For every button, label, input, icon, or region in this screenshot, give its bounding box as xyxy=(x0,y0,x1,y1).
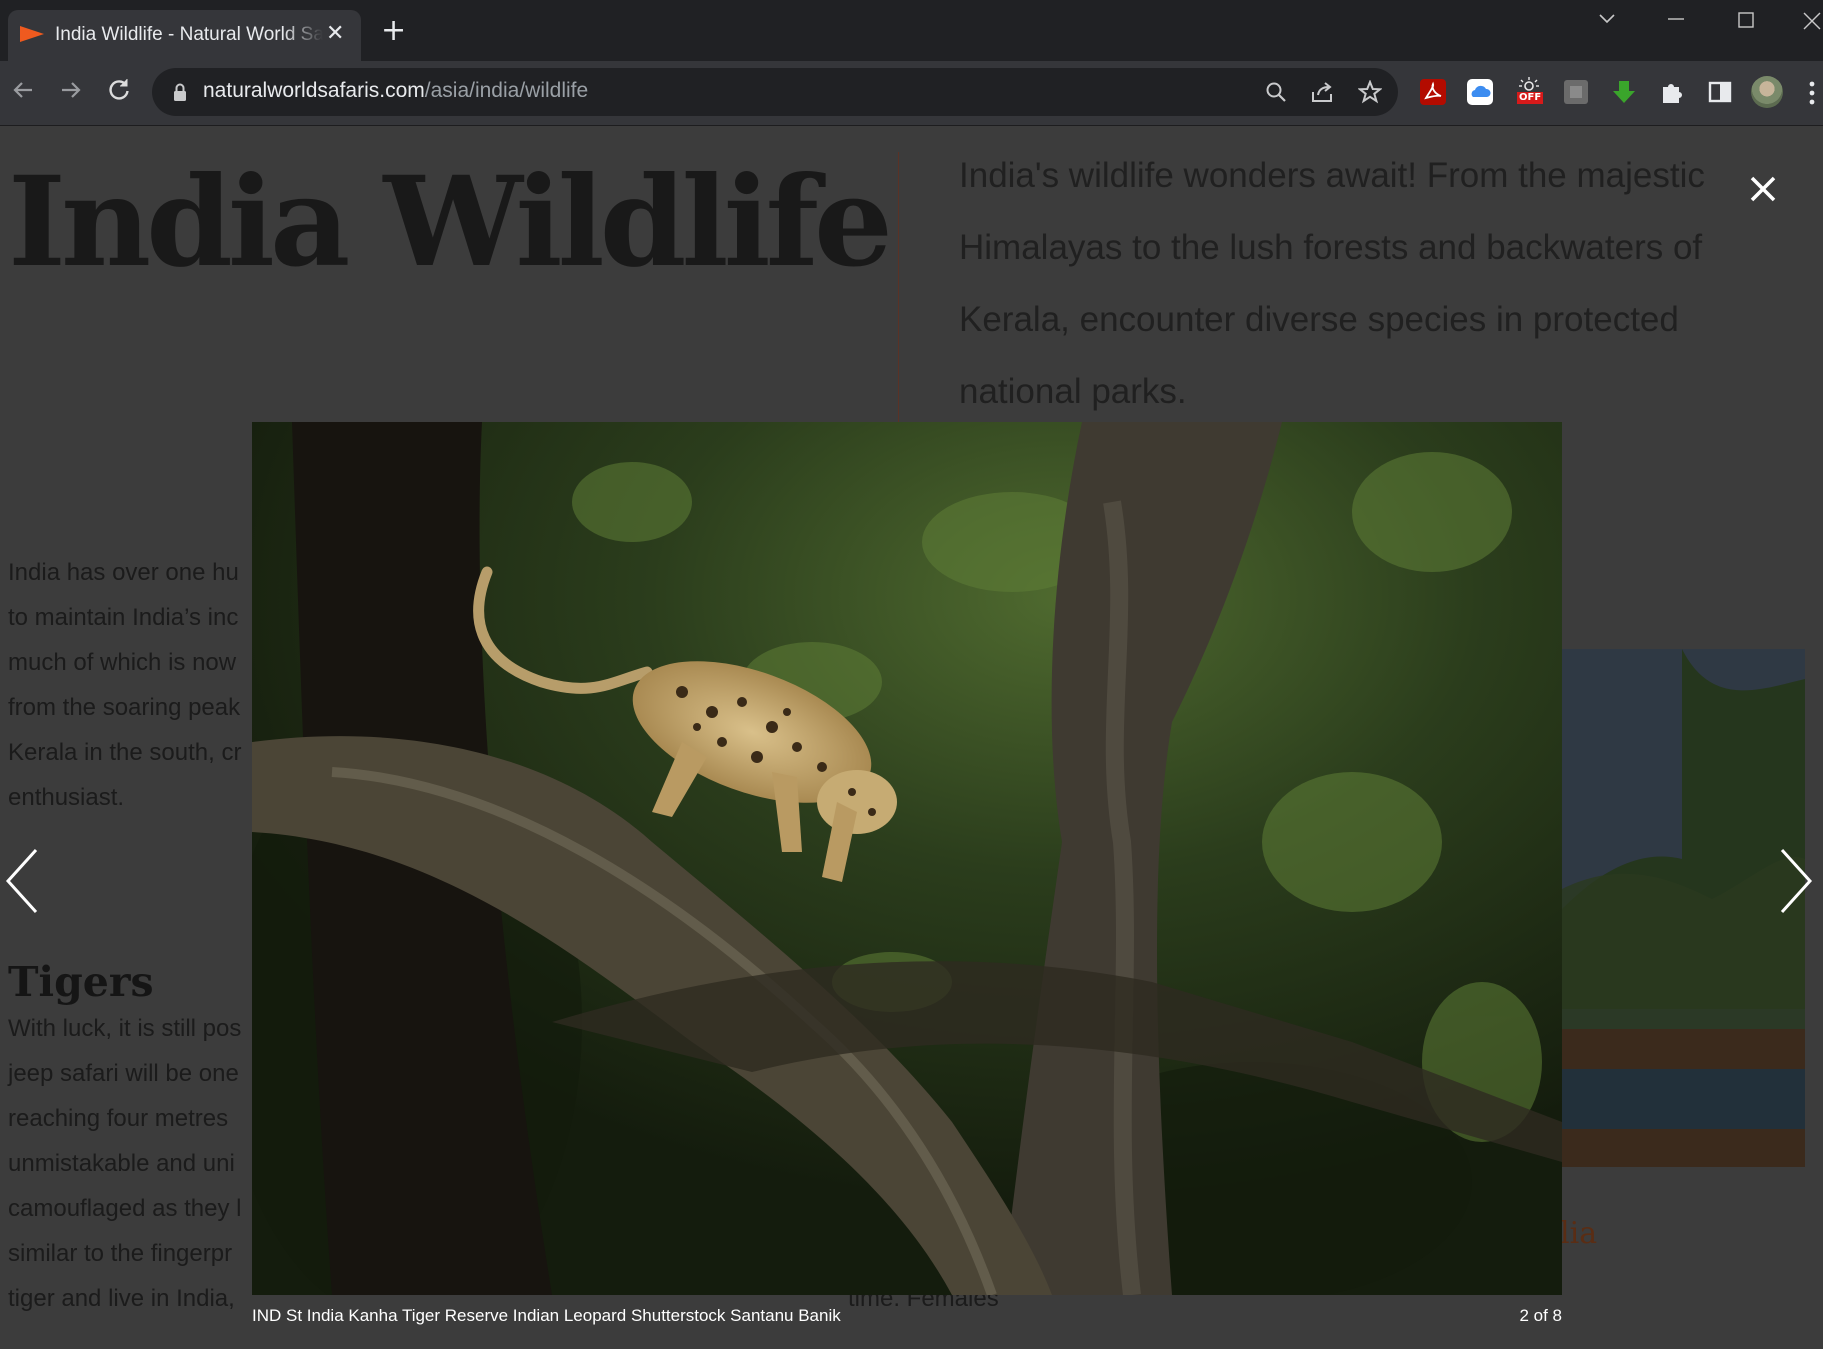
next-card-text: lia xyxy=(1560,1216,1598,1251)
url-path: /asia/india/wildlife xyxy=(424,79,589,102)
paragraph-line: jeep safari will be one xyxy=(8,1060,239,1087)
close-window-icon[interactable] xyxy=(1802,11,1822,31)
url-text[interactable]: naturalworldsafaris.com/asia/india/wildl… xyxy=(203,79,588,103)
back-arrow-icon[interactable] xyxy=(8,75,38,105)
next-image-arrow-icon[interactable] xyxy=(1776,846,1814,916)
profile-avatar[interactable] xyxy=(1751,76,1783,108)
paragraph-line: from the soaring peak xyxy=(8,694,241,721)
tigers-heading: Tigers xyxy=(8,958,154,1006)
paragraph-line: India has over one hu xyxy=(8,559,239,586)
paragraph-line: similar to the fingerpr xyxy=(8,1240,233,1267)
paragraph-line: unmistakable and uni xyxy=(8,1150,235,1177)
browser-toolbar: naturalworldsafaris.com/asia/india/wildl… xyxy=(0,61,1823,126)
resort-pool-photo xyxy=(1562,649,1805,1169)
address-bar[interactable]: naturalworldsafaris.com/asia/india/wildl… xyxy=(152,68,1398,116)
sun-icon xyxy=(1519,77,1539,91)
forward-arrow-icon[interactable] xyxy=(56,75,86,105)
grey-square-extension-icon[interactable] xyxy=(1563,79,1589,105)
tab-search-chevron-icon[interactable] xyxy=(1598,12,1616,26)
url-domain: naturalworldsafaris.com xyxy=(203,79,425,102)
tab-close-icon[interactable]: ✕ xyxy=(326,22,344,46)
paragraph-line: Kerala in the south, cr xyxy=(8,739,242,766)
lock-icon[interactable] xyxy=(172,82,188,102)
tab-title: India Wildlife - Natural World Safaris xyxy=(55,24,323,45)
zoom-search-icon[interactable] xyxy=(1264,80,1288,104)
extensions-puzzle-icon[interactable] xyxy=(1659,79,1685,105)
title-divider xyxy=(898,152,899,464)
next-gallery-image[interactable] xyxy=(1562,649,1805,1169)
paragraph-line: tiger and live in India, xyxy=(8,1285,235,1312)
off-badge: OFF xyxy=(1517,92,1544,104)
site-favicon-icon xyxy=(20,26,44,42)
lightbox-close-icon[interactable] xyxy=(1748,174,1778,204)
intro-text: India's wildlife wonders await! From the… xyxy=(959,156,1705,411)
paragraph-line: to maintain India’s inc xyxy=(8,604,239,631)
chrome-menu-kebab-icon[interactable] xyxy=(1808,80,1816,106)
paragraph-line: camouflaged as they l xyxy=(8,1195,242,1222)
previous-image-arrow-icon[interactable] xyxy=(4,846,42,916)
lightbox-caption: IND St India Kanha Tiger Reserve Indian … xyxy=(252,1306,841,1325)
page-title: India Wildlife xyxy=(8,150,893,295)
power-saver-extension[interactable]: OFF xyxy=(1515,77,1544,107)
paragraph-line: With luck, it is still pos xyxy=(8,1015,242,1042)
side-panel-icon[interactable] xyxy=(1707,79,1733,105)
lightbox-image[interactable] xyxy=(252,422,1562,1295)
minimize-icon[interactable] xyxy=(1667,12,1685,26)
lightbox-counter: 2 of 8 xyxy=(1519,1306,1562,1325)
maximize-icon[interactable] xyxy=(1737,11,1755,29)
tab-strip: India Wildlife - Natural World Safaris ✕… xyxy=(0,0,1823,61)
bookmark-star-icon[interactable] xyxy=(1358,80,1382,104)
leopard-photo xyxy=(252,422,1562,1295)
paragraph-line: enthusiast. xyxy=(8,784,125,811)
adobe-acrobat-icon[interactable] xyxy=(1420,79,1446,105)
active-tab[interactable]: India Wildlife - Natural World Safaris ✕ xyxy=(8,10,361,61)
paragraph-line: reaching four metres xyxy=(8,1105,229,1132)
share-icon[interactable] xyxy=(1310,80,1336,104)
paragraph-line: much of which is now xyxy=(8,649,237,676)
new-tab-button[interactable]: + xyxy=(381,16,406,46)
cloud-icon[interactable] xyxy=(1467,79,1493,105)
reload-icon[interactable] xyxy=(104,75,134,105)
green-download-arrow-icon[interactable] xyxy=(1611,79,1637,105)
